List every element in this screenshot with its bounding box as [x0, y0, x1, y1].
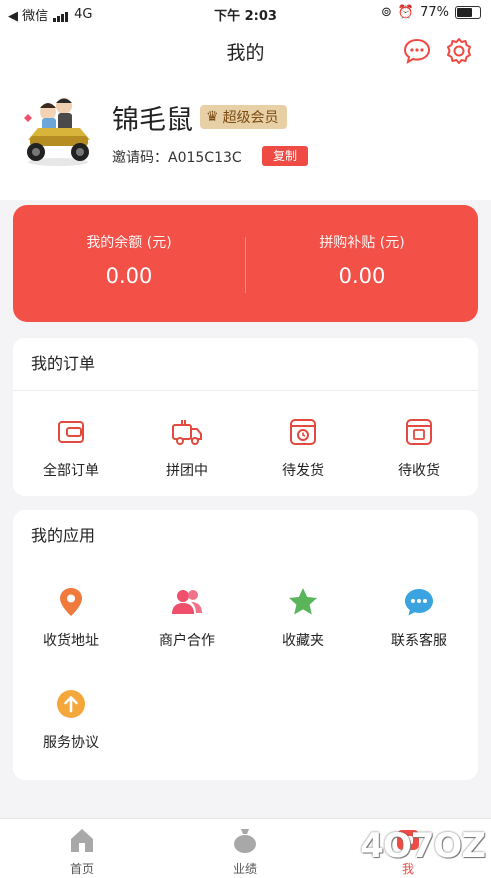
- tab-performance-label: 业绩: [232, 862, 257, 876]
- invite-code-label: 邀请码：: [112, 150, 168, 166]
- home-icon: [71, 829, 93, 852]
- vip-badge: ♛ 超级会员: [200, 105, 287, 129]
- status-bar: ◀ 微信 4G 下午 2:03 ⊚ ⏰ 77%: [0, 0, 491, 26]
- order-to-receive-button[interactable]: 待收货: [361, 416, 477, 480]
- app-agreement-button[interactable]: 服务协议: [13, 688, 129, 752]
- star-icon: [289, 588, 317, 615]
- nickname: 锦毛鼠: [112, 105, 193, 136]
- order-grouping-button[interactable]: 拼团中: [129, 416, 245, 480]
- profile-section: 锦毛鼠 ♛ 超级会员 邀请码：A015C13C 复制: [0, 76, 491, 200]
- order-grouping-label: 拼团中: [166, 463, 208, 479]
- tab-performance[interactable]: 业绩: [185, 826, 305, 877]
- crown-icon: ♛: [206, 109, 219, 125]
- balance-value: 0.00: [105, 264, 153, 288]
- package-clock-icon: [290, 419, 316, 445]
- app-favorites-label: 收藏夹: [282, 633, 324, 649]
- money-bag-icon: [234, 829, 256, 853]
- top-bar: 我的: [0, 26, 491, 76]
- apps-title: 我的应用: [31, 526, 96, 545]
- app-address-label: 收货地址: [43, 633, 99, 649]
- arrow-up-circle-icon: [57, 690, 85, 718]
- app-support-button[interactable]: 联系客服: [361, 586, 477, 650]
- balance-label: 我的余额 (元): [86, 235, 172, 251]
- tab-home[interactable]: 首页: [22, 826, 142, 877]
- order-to-receive-label: 待收货: [398, 463, 440, 479]
- copy-invite-code-button[interactable]: 复制: [262, 146, 308, 166]
- app-merchant-label: 商户合作: [159, 633, 215, 649]
- message-icon[interactable]: [402, 36, 432, 66]
- order-to-ship-label: 待发货: [282, 463, 324, 479]
- apps-card: 我的应用 收货地址 商户合作 收藏夹 联系客服 服务协议: [13, 510, 478, 780]
- balance-card: 我的余额 (元) 0.00 拼购补贴 (元) 0.00: [13, 205, 478, 322]
- tab-home-label: 首页: [69, 862, 94, 876]
- box-icon: [406, 419, 432, 445]
- truck-icon: [172, 420, 202, 445]
- app-support-label: 联系客服: [391, 633, 447, 649]
- app-address-button[interactable]: 收货地址: [13, 586, 129, 650]
- watermark-logo: 4O7OZ: [360, 826, 486, 866]
- location-pin-icon: [60, 588, 82, 616]
- order-to-ship-button[interactable]: 待发货: [245, 416, 361, 480]
- subsidy-column[interactable]: 拼购补贴 (元) 0.00: [246, 232, 478, 288]
- battery-percent: 77%: [420, 5, 449, 20]
- users-icon: [172, 590, 202, 614]
- invite-code-value: A015C13C: [168, 150, 242, 166]
- subsidy-label: 拼购补贴 (元): [319, 235, 405, 251]
- alarm-icon: ⏰: [397, 5, 415, 20]
- balance-column[interactable]: 我的余额 (元) 0.00: [13, 232, 245, 288]
- rotation-lock-icon: ⊚: [381, 5, 392, 20]
- app-favorites-button[interactable]: 收藏夹: [245, 586, 361, 650]
- chat-bubble-icon: [405, 589, 433, 616]
- vip-badge-label: 超级会员: [222, 110, 279, 126]
- wallet-icon: [58, 421, 84, 443]
- battery-icon: [455, 6, 481, 19]
- avatar[interactable]: [18, 90, 98, 170]
- invite-code-row: 邀请码：A015C13C: [112, 147, 242, 167]
- order-all-button[interactable]: 全部订单: [13, 416, 129, 480]
- app-merchant-button[interactable]: 商户合作: [129, 586, 245, 650]
- orders-card: 我的订单 全部订单 拼团中 待发货 待收货: [13, 338, 478, 496]
- order-all-label: 全部订单: [43, 463, 99, 479]
- subsidy-value: 0.00: [338, 264, 386, 288]
- orders-title: 我的订单: [13, 338, 478, 391]
- app-agreement-label: 服务协议: [43, 735, 99, 751]
- settings-gear-icon[interactable]: [444, 36, 474, 66]
